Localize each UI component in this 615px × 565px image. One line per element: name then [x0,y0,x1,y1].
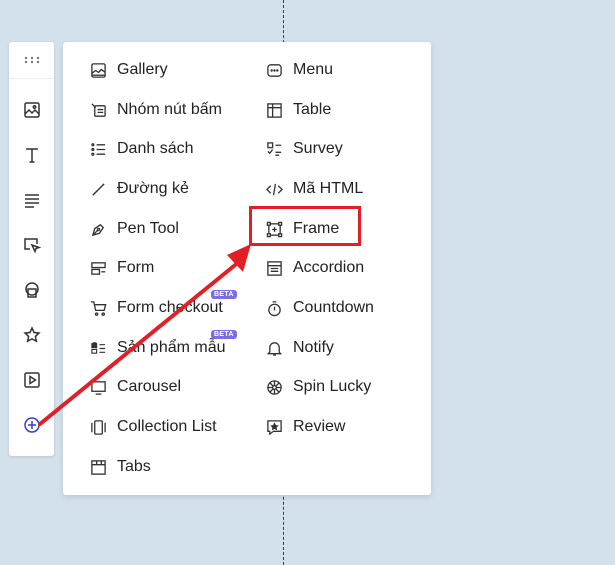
menu-item-review[interactable]: Review [265,412,345,442]
menu-item-table[interactable]: Table [265,95,331,125]
menu-item-pen-tool[interactable]: Pen Tool [89,214,179,244]
timer-icon [265,299,283,317]
add-icon[interactable] [9,405,54,445]
menu-item-gallery[interactable]: Gallery [89,55,168,85]
element-toolbar [9,42,54,456]
add-element-menu: Gallery Nhóm nút bấm Danh sách Đường kẻ … [63,42,431,495]
beta-badge: BETA [211,290,237,299]
bell-icon [265,339,283,357]
form-icon [89,259,107,277]
menu-item-notify[interactable]: Notify [265,333,334,363]
drag-handle-icon[interactable] [9,42,54,79]
beta-badge: BETA [211,330,237,339]
pen-tool-icon [89,220,107,238]
image-icon[interactable] [9,90,54,130]
menu-item-survey[interactable]: Survey [265,134,343,164]
star-icon[interactable] [9,315,54,355]
menu-item-collection-list[interactable]: Collection List [89,412,217,442]
survey-icon [265,140,283,158]
carousel-icon [89,378,107,396]
menu-item-countdown[interactable]: Countdown [265,293,374,323]
menu-item-line[interactable]: Đường kẻ [89,174,189,204]
menu-item-tabs[interactable]: Tabs [89,452,151,482]
tabs-icon [89,458,107,476]
video-icon[interactable] [9,360,54,400]
cart-icon [89,299,107,317]
paragraph-icon[interactable] [9,180,54,220]
menu-item-form-checkout[interactable]: Form checkout BETA [89,290,237,323]
menu-item-carousel[interactable]: Carousel [89,372,181,402]
table-icon [265,101,283,119]
menu-icon [265,61,283,79]
collection-list-icon [89,418,107,436]
accordion-icon [265,259,283,277]
menu-item-menu[interactable]: Menu [265,55,333,85]
product-sample-icon [89,339,107,357]
menu-item-form[interactable]: Form [89,253,154,283]
review-icon [265,418,283,436]
menu-item-html-code[interactable]: Mã HTML [265,174,363,204]
menu-item-accordion[interactable]: Accordion [265,253,364,283]
code-icon [265,180,283,198]
menu-item-product-sample[interactable]: Sản phẩm mẫu BETA [89,330,237,363]
list-icon [89,140,107,158]
spin-wheel-icon [265,378,283,396]
shape-icon[interactable] [9,270,54,310]
line-icon [89,180,107,198]
menu-item-button-group[interactable]: Nhóm nút bấm [89,95,222,125]
menu-item-list[interactable]: Danh sách [89,134,194,164]
menu-item-spin-lucky[interactable]: Spin Lucky [265,372,371,402]
button-group-icon [89,101,107,119]
text-icon[interactable] [9,135,54,175]
frame-highlight-box [249,206,361,246]
gallery-icon [89,61,107,79]
select-icon[interactable] [9,225,54,265]
